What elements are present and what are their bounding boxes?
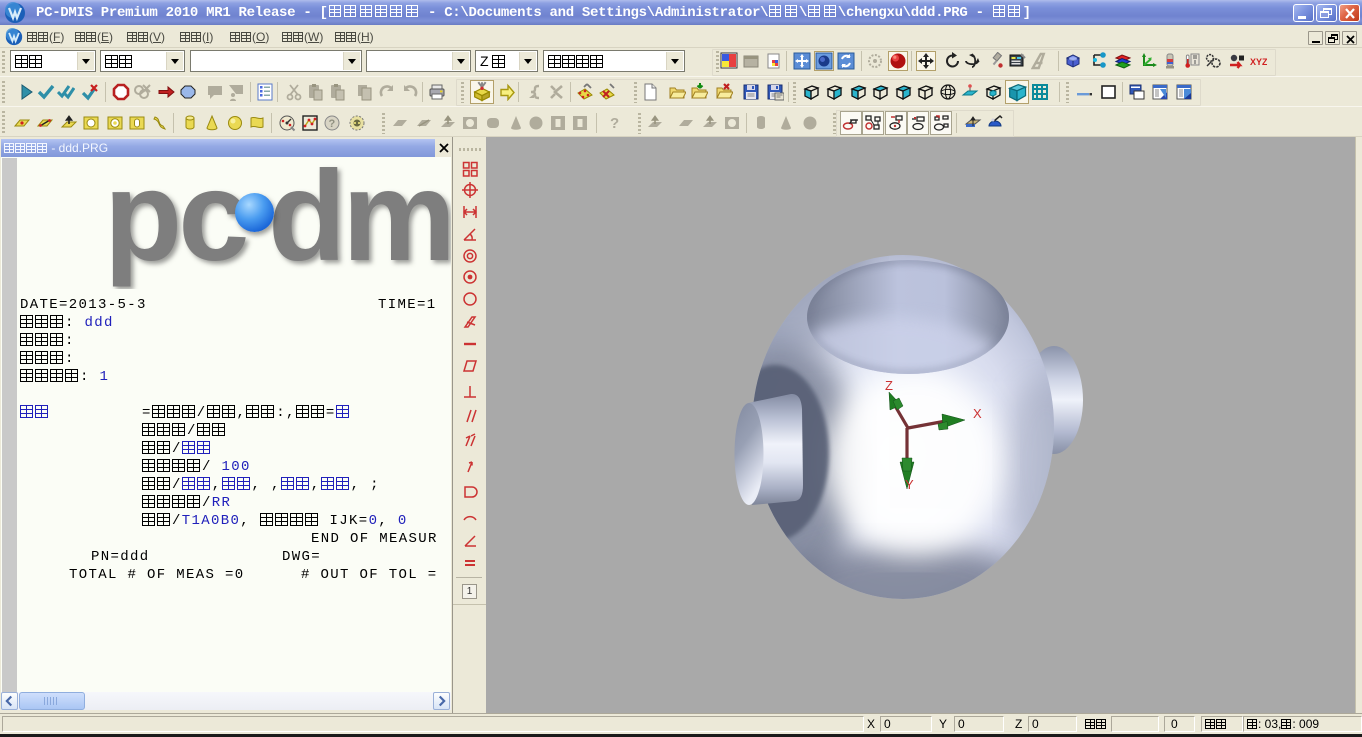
svg-text:X: X <box>973 406 982 421</box>
svg-text:Y: Y <box>905 477 914 492</box>
svg-text:?: ? <box>329 118 336 130</box>
svg-text:?: ? <box>610 115 619 132</box>
svg-text:Z: Z <box>885 378 893 393</box>
